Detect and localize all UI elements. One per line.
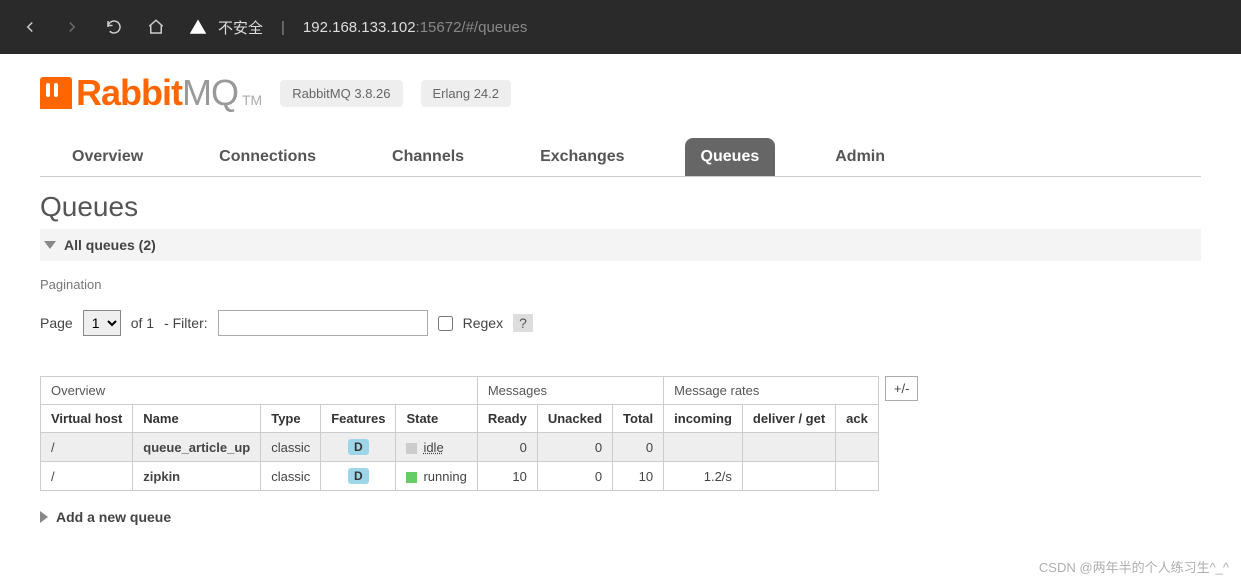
pagination-controls: Page 1 of 1 - Filter: Regex ?	[40, 310, 1201, 336]
cell-ack	[836, 433, 879, 462]
help-icon[interactable]: ?	[513, 314, 533, 332]
cell-unacked: 0	[537, 433, 612, 462]
logo-text-rabbit: Rabbit	[76, 72, 182, 114]
cell-deliver	[742, 433, 835, 462]
cell-ack	[836, 462, 879, 491]
durable-badge: D	[348, 468, 369, 484]
col-header[interactable]: deliver / get	[742, 405, 835, 433]
tab-overview[interactable]: Overview	[56, 138, 159, 176]
cell-ready: 0	[477, 433, 537, 462]
chevron-down-icon[interactable]	[44, 241, 56, 249]
forward-icon[interactable]	[62, 17, 82, 37]
cell-unacked: 0	[537, 462, 612, 491]
table-row: /zipkinclassicDrunning100101.2/s	[41, 462, 879, 491]
page-title: Queues	[40, 191, 1201, 223]
home-icon[interactable]	[146, 17, 166, 37]
col-group-overview: Overview	[41, 377, 478, 405]
cell-type: classic	[261, 433, 321, 462]
main-tabs: Overview Connections Channels Exchanges Queu…	[40, 138, 1201, 177]
rabbitmq-icon	[40, 77, 72, 109]
browser-toolbar: 不安全 | 192.168.133.102:15672/#/queues	[0, 0, 1241, 54]
cell-type: classic	[261, 462, 321, 491]
cell-state: running	[396, 462, 477, 491]
cell-incoming: 1.2/s	[664, 462, 743, 491]
state-dot-icon	[406, 472, 417, 483]
col-header[interactable]: Ready	[477, 405, 537, 433]
cell-incoming	[664, 433, 743, 462]
cell-name[interactable]: zipkin	[133, 462, 261, 491]
cell-vhost: /	[41, 433, 133, 462]
col-header[interactable]: Virtual host	[41, 405, 133, 433]
url-divider: |	[281, 19, 285, 36]
col-header[interactable]: Features	[321, 405, 396, 433]
section-all-queues[interactable]: All queues (2)	[40, 229, 1201, 261]
regex-label: Regex	[463, 315, 503, 331]
state-dot-icon	[406, 443, 417, 454]
address-bar[interactable]: 不安全 | 192.168.133.102:15672/#/queues	[188, 17, 1221, 38]
col-header[interactable]: Total	[613, 405, 664, 433]
insecure-label: 不安全	[218, 17, 263, 38]
cell-total: 0	[613, 433, 664, 462]
regex-checkbox[interactable]	[438, 316, 453, 331]
warning-icon	[188, 17, 208, 37]
cell-features: D	[321, 433, 396, 462]
of-label: of 1	[131, 315, 154, 331]
col-group-messages: Messages	[477, 377, 663, 405]
cell-vhost: /	[41, 462, 133, 491]
col-header[interactable]: Name	[133, 405, 261, 433]
cell-name[interactable]: queue_article_up	[133, 433, 261, 462]
logo-text-mq: MQ	[182, 72, 238, 114]
table-row: /queue_article_upclassicDidle000	[41, 433, 879, 462]
queues-table: Overview Messages Message rates Virtual …	[40, 376, 879, 491]
cell-features: D	[321, 462, 396, 491]
col-header[interactable]: incoming	[664, 405, 743, 433]
pagination-label: Pagination	[40, 277, 1201, 292]
col-header[interactable]: Type	[261, 405, 321, 433]
tab-connections[interactable]: Connections	[203, 138, 332, 176]
tab-exchanges[interactable]: Exchanges	[524, 138, 640, 176]
section-title: All queues (2)	[64, 237, 156, 253]
add-queue-label: Add a new queue	[56, 509, 171, 525]
col-header[interactable]: State	[396, 405, 477, 433]
filter-label: - Filter:	[164, 315, 208, 331]
cell-deliver	[742, 462, 835, 491]
tab-queues[interactable]: Queues	[685, 138, 776, 176]
col-header[interactable]: ack	[836, 405, 879, 433]
col-header[interactable]: Unacked	[537, 405, 612, 433]
url-host: 192.168.133.102	[303, 19, 416, 36]
rabbitmq-version-badge: RabbitMQ 3.8.26	[280, 80, 402, 107]
chevron-right-icon	[40, 511, 48, 523]
back-icon[interactable]	[20, 17, 40, 37]
refresh-icon[interactable]	[104, 17, 124, 37]
page-label: Page	[40, 315, 73, 331]
cell-total: 10	[613, 462, 664, 491]
filter-input[interactable]	[218, 310, 428, 336]
erlang-version-badge: Erlang 24.2	[421, 80, 512, 107]
watermark: CSDN @两年半的个人练习生^_^	[1039, 557, 1229, 576]
page-select[interactable]: 1	[83, 310, 121, 336]
rabbitmq-logo[interactable]: RabbitMQTM	[40, 72, 262, 114]
url-path: :15672/#/queues	[416, 19, 528, 36]
tab-channels[interactable]: Channels	[376, 138, 480, 176]
durable-badge: D	[348, 439, 369, 455]
col-group-rates: Message rates	[664, 377, 879, 405]
add-queue-toggle[interactable]: Add a new queue	[40, 509, 1201, 525]
expand-columns-button[interactable]: +/-	[885, 376, 919, 401]
cell-ready: 10	[477, 462, 537, 491]
logo-tm: TM	[242, 92, 262, 108]
cell-state: idle	[396, 433, 477, 462]
tab-admin[interactable]: Admin	[819, 138, 901, 176]
